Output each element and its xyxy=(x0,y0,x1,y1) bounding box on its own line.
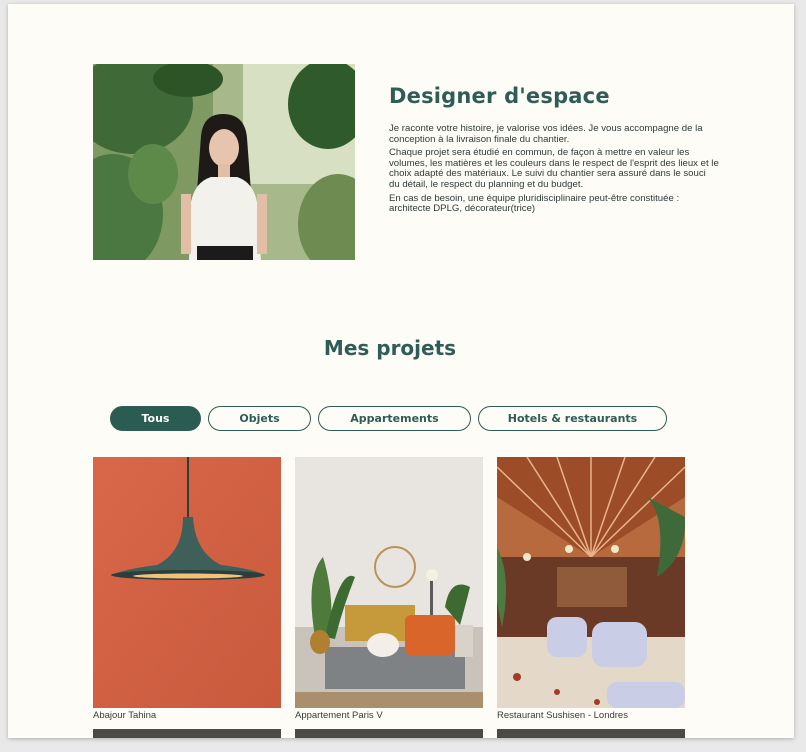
filter-tous-button[interactable]: Tous xyxy=(110,406,201,431)
project-image-restaurant[interactable] xyxy=(497,457,685,708)
project-image-living-room[interactable] xyxy=(295,457,483,708)
project-card-restaurant[interactable]: Restaurant Sushisen - Londres xyxy=(497,457,685,738)
page: Designer d'espace Je raconte votre histo… xyxy=(8,4,794,738)
next-row-thumbnail xyxy=(93,729,281,738)
project-filters: Tous Objets Appartements Hotels & restau… xyxy=(110,406,667,431)
filter-objets-button[interactable]: Objets xyxy=(208,406,311,431)
project-caption-1: Abajour Tahina xyxy=(93,710,157,721)
designer-portrait-photo xyxy=(93,64,355,260)
about-paragraph-3: En cas de besoin, une équipe pluridiscip… xyxy=(389,192,680,215)
project-image-lamp[interactable] xyxy=(93,457,281,708)
about-section: Designer d'espace Je raconte votre histo… xyxy=(389,84,719,218)
filter-appartements-button[interactable]: Appartements xyxy=(318,406,471,431)
project-card-abajour[interactable]: Abajour Tahina xyxy=(93,457,281,738)
next-row-thumbnail xyxy=(497,729,685,738)
projects-title: Mes projets xyxy=(323,336,457,360)
filter-hotels-restaurants-button[interactable]: Hotels & restaurants xyxy=(478,406,667,431)
about-paragraph-1: Je raconte votre histoire, je valorise v… xyxy=(389,123,703,145)
about-paragraph-2: Chaque projet sera étudié en commun, de … xyxy=(389,147,719,190)
about-title: Designer d'espace xyxy=(389,84,610,108)
project-card-appartement[interactable]: Appartement Paris V xyxy=(295,457,483,738)
project-caption-3: Restaurant Sushisen - Londres xyxy=(497,710,628,721)
project-caption-2: Appartement Paris V xyxy=(295,710,383,721)
next-row-thumbnail xyxy=(295,729,483,738)
